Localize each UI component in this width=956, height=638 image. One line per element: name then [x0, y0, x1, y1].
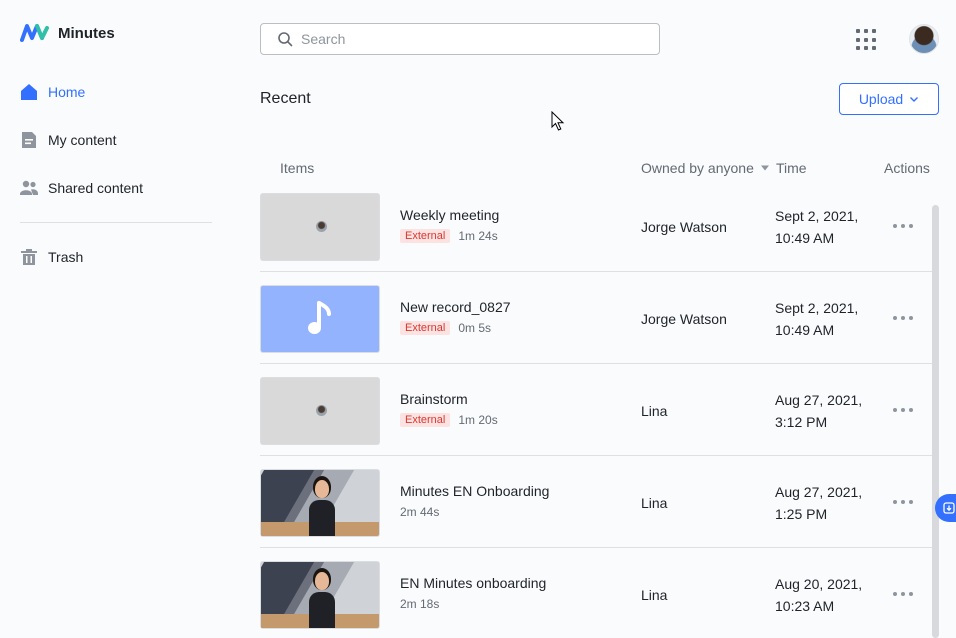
- external-badge: External: [400, 413, 451, 427]
- recording-time: Aug 27, 2021, 1:25 PM: [775, 481, 862, 525]
- recording-meta: External 1m 24s: [400, 229, 498, 243]
- recording-thumbnail[interactable]: [260, 377, 380, 445]
- recording-duration: 1m 20s: [458, 413, 498, 427]
- table-row[interactable]: Minutes EN Onboarding 2m 44s Lina Aug 27…: [260, 456, 932, 548]
- recording-title[interactable]: Minutes EN Onboarding: [400, 483, 549, 499]
- recordings-list: Weekly meeting External 1m 24s Jorge Wat…: [260, 180, 932, 638]
- recording-meta: External 0m 5s: [400, 321, 491, 335]
- sidebar-item-label: Shared content: [48, 180, 143, 196]
- sidebar-item-shared-content[interactable]: Shared content: [20, 179, 143, 197]
- more-actions-icon[interactable]: [893, 316, 913, 320]
- recording-owner: Lina: [641, 495, 668, 511]
- time-clock: 10:23 AM: [775, 598, 835, 614]
- more-actions-icon[interactable]: [893, 224, 913, 228]
- column-header-actions: Actions: [884, 160, 930, 176]
- table-row[interactable]: EN Minutes onboarding 2m 18s Lina Aug 20…: [260, 548, 932, 638]
- table-row[interactable]: Weekly meeting External 1m 24s Jorge Wat…: [260, 180, 932, 272]
- mouse-cursor-icon: [551, 111, 565, 131]
- download-icon: [943, 502, 955, 514]
- floating-download-button[interactable]: [935, 494, 956, 522]
- column-header-owner: Owned by anyone: [641, 160, 754, 176]
- recording-duration: 2m 18s: [400, 597, 440, 611]
- app-name: Minutes: [58, 24, 115, 42]
- table-row[interactable]: New record_0827 External 0m 5s Jorge Wat…: [260, 272, 932, 364]
- recording-duration: 1m 24s: [458, 229, 498, 243]
- upload-button[interactable]: Upload: [839, 83, 939, 115]
- caret-down-icon: [760, 165, 769, 171]
- sidebar-divider: [20, 222, 212, 223]
- page-title: Recent: [260, 90, 311, 107]
- recording-title[interactable]: EN Minutes onboarding: [400, 575, 546, 591]
- time-clock: 3:12 PM: [775, 414, 828, 430]
- recording-thumbnail[interactable]: [260, 193, 380, 261]
- sidebar-item-label: Home: [48, 84, 86, 100]
- owner-filter[interactable]: Owned by anyone: [641, 160, 770, 176]
- recording-thumbnail[interactable]: [260, 469, 380, 537]
- recording-owner: Lina: [641, 587, 668, 603]
- recording-thumbnail[interactable]: [260, 561, 380, 629]
- sidebar-item-my-content[interactable]: My content: [20, 131, 116, 149]
- recording-thumbnail[interactable]: [260, 285, 380, 353]
- search-icon: [278, 32, 293, 47]
- external-badge: External: [400, 321, 451, 335]
- upload-label: Upload: [858, 91, 904, 107]
- recording-time: Sept 2, 2021, 10:49 AM: [775, 205, 858, 249]
- time-clock: 1:25 PM: [775, 506, 828, 522]
- time-clock: 10:49 AM: [775, 322, 835, 338]
- more-actions-icon[interactable]: [893, 500, 913, 504]
- recording-time: Aug 20, 2021, 10:23 AM: [775, 573, 862, 617]
- recording-duration: 2m 44s: [400, 505, 440, 519]
- search-input[interactable]: [301, 31, 659, 47]
- trash-icon: [21, 249, 37, 265]
- scrollbar[interactable]: [932, 205, 939, 638]
- search-box[interactable]: [260, 23, 660, 55]
- recording-time: Aug 27, 2021, 3:12 PM: [775, 389, 862, 433]
- sidebar-item-home[interactable]: Home: [20, 83, 85, 101]
- recording-owner: Jorge Watson: [641, 311, 727, 327]
- chevron-down-icon: [910, 97, 919, 102]
- users-icon: [20, 180, 38, 195]
- time-date: Aug 27, 2021,: [775, 484, 863, 500]
- recording-title[interactable]: Weekly meeting: [400, 207, 499, 223]
- table-row[interactable]: Brainstorm External 1m 20s Lina Aug 27, …: [260, 364, 932, 456]
- sidebar-item-trash[interactable]: Trash: [20, 248, 83, 266]
- music-note-icon: [308, 301, 331, 334]
- sidebar-item-label: My content: [48, 132, 117, 148]
- recording-meta: 2m 44s: [400, 505, 439, 519]
- column-header-items: Items: [280, 160, 315, 176]
- column-header-time: Time: [776, 160, 807, 176]
- recording-owner: Lina: [641, 403, 668, 419]
- more-actions-icon[interactable]: [893, 592, 913, 596]
- recording-time: Sept 2, 2021, 10:49 AM: [775, 297, 858, 341]
- document-icon: [22, 132, 36, 148]
- recording-title[interactable]: Brainstorm: [400, 391, 468, 407]
- minutes-logo-icon: [20, 24, 49, 42]
- time-clock: 10:49 AM: [775, 230, 835, 246]
- time-date: Sept 2, 2021,: [775, 300, 859, 316]
- app-logo[interactable]: Minutes: [20, 22, 115, 44]
- time-date: Aug 20, 2021,: [775, 576, 863, 592]
- recording-title[interactable]: New record_0827: [400, 299, 511, 315]
- time-date: Aug 27, 2021,: [775, 392, 863, 408]
- home-icon: [21, 84, 37, 100]
- sidebar: Minutes Home My content Shared content T…: [0, 0, 232, 638]
- time-date: Sept 2, 2021,: [775, 208, 859, 224]
- more-actions-icon[interactable]: [893, 408, 913, 412]
- recording-owner: Jorge Watson: [641, 219, 727, 235]
- recording-duration: 0m 5s: [458, 321, 492, 335]
- external-badge: External: [400, 229, 451, 243]
- apps-grid-icon[interactable]: [856, 29, 878, 51]
- recording-meta: 2m 18s: [400, 597, 439, 611]
- avatar[interactable]: [909, 24, 939, 54]
- recording-meta: External 1m 20s: [400, 413, 498, 427]
- sidebar-item-label: Trash: [48, 249, 84, 265]
